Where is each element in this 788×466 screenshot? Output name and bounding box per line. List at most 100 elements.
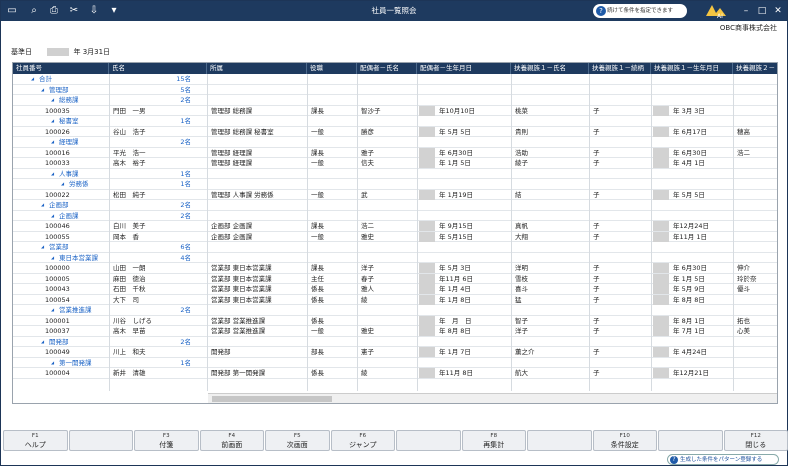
employee-name: 麻田 徳治 — [113, 274, 146, 283]
table-row[interactable]: 100026 谷山 浩子 管理部 総務課 秘書室 一般 勝彦 年 5月 5日 貴則 子 年 6月… — [13, 126, 777, 137]
column-header[interactable]: 扶養親族１－続柄 — [589, 63, 651, 74]
fkey-f12-button[interactable]: F12 閉じる — [723, 430, 788, 451]
maximize-icon[interactable]: □ — [755, 4, 769, 18]
employee-number: 100049 — [45, 348, 70, 356]
fkey-empty-button[interactable] — [396, 430, 461, 451]
group-row[interactable]: ◢ 経理課 2名 — [13, 137, 777, 148]
fkey-f5-button[interactable]: F5 次画面 — [265, 430, 330, 451]
collapse-icon[interactable]: ◢ — [39, 337, 47, 347]
masked-year — [653, 189, 669, 200]
condition-button[interactable]: ? 続けて条件を指定できます — [593, 4, 687, 18]
table-row[interactable]: 100033 高木 裕子 管理部 経理課 一般 信夫 年 1月 5日 綾子 子 年 4月 1日 — [13, 158, 777, 169]
company-name: OBC商事株式会社 — [719, 24, 777, 32]
group-row[interactable]: ◢ 第一開発課 1名 — [13, 358, 777, 368]
column-header[interactable]: 氏名 — [109, 63, 207, 74]
spouse-birthdate: 年 8月 8日 — [439, 327, 471, 335]
horizontal-scrollbar[interactable] — [208, 393, 777, 403]
fkey-label: 条件設定 — [610, 441, 639, 449]
group-row[interactable]: ◢ 労務係 1名 — [13, 179, 777, 190]
save-pattern-link[interactable]: ? 生成した条件をパターン登録する — [667, 454, 779, 465]
collapse-icon[interactable]: ◢ — [39, 200, 47, 210]
column-header[interactable]: 配偶者－氏名 — [357, 63, 417, 74]
group-row[interactable]: ◢ 企画課 2名 — [13, 211, 777, 221]
collapse-icon[interactable]: ◢ — [49, 169, 57, 179]
collapse-icon[interactable]: ◢ — [29, 74, 37, 84]
column-header[interactable]: 社員番号 — [13, 63, 109, 74]
dependent1-name: 智子 — [515, 316, 528, 325]
dependent1-name: 貴則 — [515, 127, 528, 136]
table-row[interactable]: 100000 山田 一朗 営業部 東日本営業課 課長 洋子 年 5月 3日 洋明 子 年 6月3… — [13, 263, 777, 274]
fkey-f10-button[interactable]: F10 条件設定 — [592, 430, 657, 451]
group-row[interactable]: ◢ 人事課 1名 — [13, 169, 777, 179]
fkey-empty-button[interactable] — [527, 430, 592, 451]
table-row[interactable]: 100035 門田 一男 管理部 総務課 課長 智沙子 年10月10日 桃菜 子 年 3月 3日 — [13, 105, 777, 116]
fkey-f6-button[interactable]: F6 ジャンプ — [330, 430, 395, 451]
collapse-icon[interactable]: ◢ — [39, 242, 47, 252]
group-row[interactable]: ◢ 企画部 2名 — [13, 200, 777, 211]
department: 企画部 企画課 — [211, 232, 253, 241]
table-row[interactable]: 100046 白川 美子 企画部 企画課 課長 浩二 年 9月15日 真帆 子 年12月24日 — [13, 221, 777, 232]
column-header[interactable]: 扶養親族１－氏名 — [511, 63, 589, 74]
dependent1-name: 洋明 — [515, 264, 528, 272]
table-row[interactable]: 100037 高木 早苗 営業部 営業推進課 一般 雅史 年 8月 8日 洋子 子 年 7月 1… — [13, 326, 777, 337]
fkey-empty-button[interactable] — [68, 430, 133, 451]
scrollbar-thumb[interactable] — [212, 396, 332, 402]
dependent2-name — [735, 368, 777, 378]
minimize-icon[interactable]: – — [739, 4, 753, 18]
table-row[interactable]: 100049 川上 和夫 開発部 部長 憲子 年 1月 7日 薫之介 子 年 4月24日 — [13, 347, 777, 358]
dependent1-relation: 子 — [593, 327, 600, 335]
column-header[interactable]: 扶養親族１－生年月日 — [651, 63, 733, 74]
table-row[interactable]: 100005 麻田 徳治 営業部 東日本営業課 主任 春子 年11月 6日 雪枝 子 年 1月 … — [13, 273, 777, 284]
employee-grid[interactable]: 社員番号 氏名 所属 役職 配偶者－氏名 配偶者－生年月日 扶養親族１－氏名 扶養親族１－続柄… — [12, 62, 778, 404]
fkey-code: F8 — [490, 433, 498, 439]
group-label: 営業部 — [49, 243, 69, 251]
group-row[interactable]: ◢ 総務課 2名 — [13, 95, 777, 106]
fkey-f8-button[interactable]: F8 再集計 — [461, 430, 526, 451]
fkey-empty-button[interactable] — [658, 430, 723, 451]
group-row[interactable]: ◢ 管理部 5名 — [13, 85, 777, 95]
collapse-icon[interactable]: ◢ — [49, 211, 57, 221]
group-row[interactable]: ◢ 開発部 2名 — [13, 337, 777, 347]
group-row[interactable]: ◢ 営業部 6名 — [13, 242, 777, 253]
collapse-icon[interactable]: ◢ — [49, 137, 57, 147]
table-row[interactable]: 100022 松田 純子 管理部 人事課 労務係 一般 武 年 1月19日 結 子 年 5月 5… — [13, 189, 777, 200]
collapse-icon[interactable]: ◢ — [49, 253, 57, 263]
table-row[interactable]: 100054 大下 司 営業部 東日本営業課 係長 綾 年 1月 8日 猛 子 年 8月 8日 — [13, 294, 777, 305]
column-header[interactable]: 所属 — [207, 63, 307, 74]
dependent1-relation: 子 — [593, 274, 600, 283]
table-row[interactable]: 100043 石田 千秋 営業部 東日本営業課 係長 雅人 年 1月 4日 喜斗 子 年 5月 … — [13, 284, 777, 295]
group-row[interactable]: ◢ 合計 15名 — [13, 74, 777, 85]
dependent1-relation: 子 — [593, 285, 600, 293]
masked-year — [419, 263, 435, 273]
column-header[interactable]: 扶養親族２－ — [733, 63, 777, 74]
collapse-icon[interactable]: ◢ — [49, 95, 57, 105]
table-row[interactable]: 100016 平光 浩一 管理部 経理課 課長 雅子 年 6月30日 浩助 子 年 6月30日 浩… — [13, 147, 777, 158]
collapse-icon[interactable]: ◢ — [49, 305, 57, 315]
position: 主任 — [311, 274, 324, 283]
ai-logo-icon[interactable]: AI — [703, 2, 729, 20]
masked-year — [419, 284, 435, 294]
table-row[interactable]: 100055 岡本 香 企画部 企画課 一般 雅史 年 5月15日 大翔 子 年11月 1日 — [13, 231, 777, 242]
department: 営業部 東日本営業課 — [211, 295, 272, 304]
close-icon[interactable]: ✕ — [771, 4, 785, 18]
collapse-icon[interactable]: ◢ — [39, 85, 47, 95]
spouse-name: 綾 — [361, 295, 368, 304]
collapse-icon[interactable]: ◢ — [49, 116, 57, 126]
group-row[interactable]: ◢ 東日本営業課 4名 — [13, 253, 777, 263]
dependent1-birthdate: 年 1月 5日 — [673, 274, 705, 283]
employee-number: 100046 — [45, 222, 70, 230]
fkey-f4-button[interactable]: F4 前画面 — [199, 430, 264, 451]
column-header[interactable]: 役職 — [307, 63, 357, 74]
table-row[interactable]: 100004 新井 清雄 開発部 第一開発課 係長 綾 年11月 8日 航大 子 年12月21日 — [13, 368, 777, 379]
group-row[interactable]: ◢ 営業推進課 2名 — [13, 305, 777, 316]
department: 管理部 総務課 — [211, 106, 253, 115]
fkey-f3-button[interactable]: F3 付箋 — [134, 430, 199, 451]
collapse-icon[interactable]: ◢ — [49, 358, 57, 368]
column-header[interactable]: 配偶者－生年月日 — [417, 63, 511, 74]
group-row[interactable]: ◢ 秘書室 1名 — [13, 116, 777, 127]
fkey-f1-button[interactable]: F1 ヘルプ — [3, 430, 68, 451]
reference-date: 基準日 年 3月31日 — [11, 47, 110, 57]
table-row[interactable]: 100001 川谷 しげる 営業部 営業推進課 係長 年 月 日 智子 子 年 8月 1日 拓也 — [13, 315, 777, 326]
dependent2-name — [735, 232, 777, 242]
collapse-icon[interactable]: ◢ — [59, 179, 67, 189]
